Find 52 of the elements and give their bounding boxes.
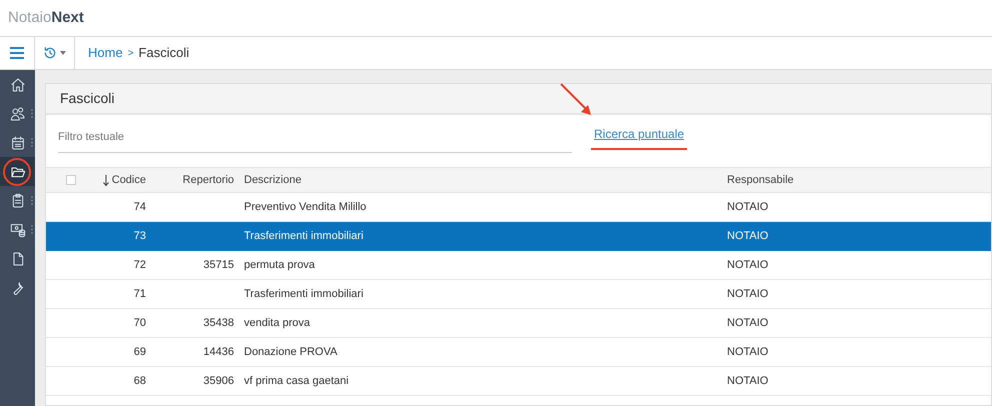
annotation-arrow: [559, 82, 593, 118]
table-cell-text: 70: [132, 316, 146, 331]
table-cell-text: Trasferimenti immobiliari: [243, 286, 364, 302]
table-cell-text: NOTAIO: [727, 286, 768, 302]
sidebar-item[interactable]: [0, 157, 35, 186]
breadcrumb-link[interactable]: Home: [88, 43, 123, 63]
menu-icon: [10, 47, 24, 59]
select-all-checkbox[interactable]: [66, 175, 76, 185]
filter-field[interactable]: Filtro testuale: [58, 129, 572, 153]
money-icon: [10, 222, 26, 238]
users-icon: [10, 106, 26, 122]
table-cell-text: Preventivo Vendita Milillo: [243, 200, 368, 215]
table-row[interactable]: 70 35438 vendita prova NOTAIO: [46, 309, 991, 338]
table-row[interactable]: 72 35715 permuta prova NOTAIO: [46, 251, 991, 280]
caret-icon: [60, 51, 66, 55]
breadcrumb-current: Fascicoli: [138, 44, 190, 62]
table-cell-text: NOTAIO: [727, 374, 768, 389]
table-cell-text: 74: [132, 200, 146, 215]
column-header[interactable]: Codice: [112, 172, 146, 188]
table-cell-text: vendita prova: [243, 316, 312, 331]
panel-title: Fascicoli: [60, 89, 114, 108]
table-cell-text: Trasferimenti immobiliari: [243, 228, 364, 244]
table-cell-text: 68: [132, 374, 146, 389]
table-row[interactable]: 71 Trasferimenti immobiliari NOTAIO: [46, 280, 991, 309]
table-cell-text: vf prima casa gaetani: [243, 374, 350, 389]
table-cell-text: permuta prova: [243, 258, 316, 273]
app-logo: NotaioNext: [8, 8, 84, 28]
column-header[interactable]: Descrizione: [234, 172, 727, 188]
table-cell-text: 72: [132, 258, 146, 273]
history-icon: [43, 46, 57, 60]
column-header[interactable]: Responsabile: [727, 172, 794, 188]
table-cell-text: NOTAIO: [727, 200, 768, 215]
search-link[interactable]: Ricerca puntuale: [594, 127, 684, 141]
table-cell-text: NOTAIO: [727, 344, 768, 360]
table-cell-text: 71: [132, 286, 146, 302]
table-row[interactable]: 73 Trasferimenti immobiliari NOTAIO: [46, 222, 991, 251]
table-row[interactable]: 69 14436 Donazione PROVA NOTAIO: [46, 338, 991, 367]
table-cell-text: 69: [132, 344, 146, 360]
home-icon: [10, 76, 26, 92]
table-cell-text: 73: [132, 228, 146, 244]
table-cell-text: NOTAIO: [727, 258, 768, 273]
table-cell-text: 35438: [202, 316, 234, 331]
breadcrumb-separator: >: [128, 46, 134, 60]
table-cell-text: NOTAIO: [727, 316, 768, 331]
table-cell-text: 35715: [202, 258, 234, 273]
table-row[interactable]: 68 35906 vf prima casa gaetani NOTAIO: [46, 367, 991, 396]
table-cell-text: 14436: [202, 344, 234, 360]
table-cell-text: NOTAIO: [727, 228, 768, 244]
table-cell-text: Donazione PROVA: [243, 344, 338, 360]
column-header[interactable]: Repertorio: [146, 172, 234, 188]
calendar-icon: [10, 134, 26, 150]
table-cell-text: 35906: [202, 374, 234, 389]
